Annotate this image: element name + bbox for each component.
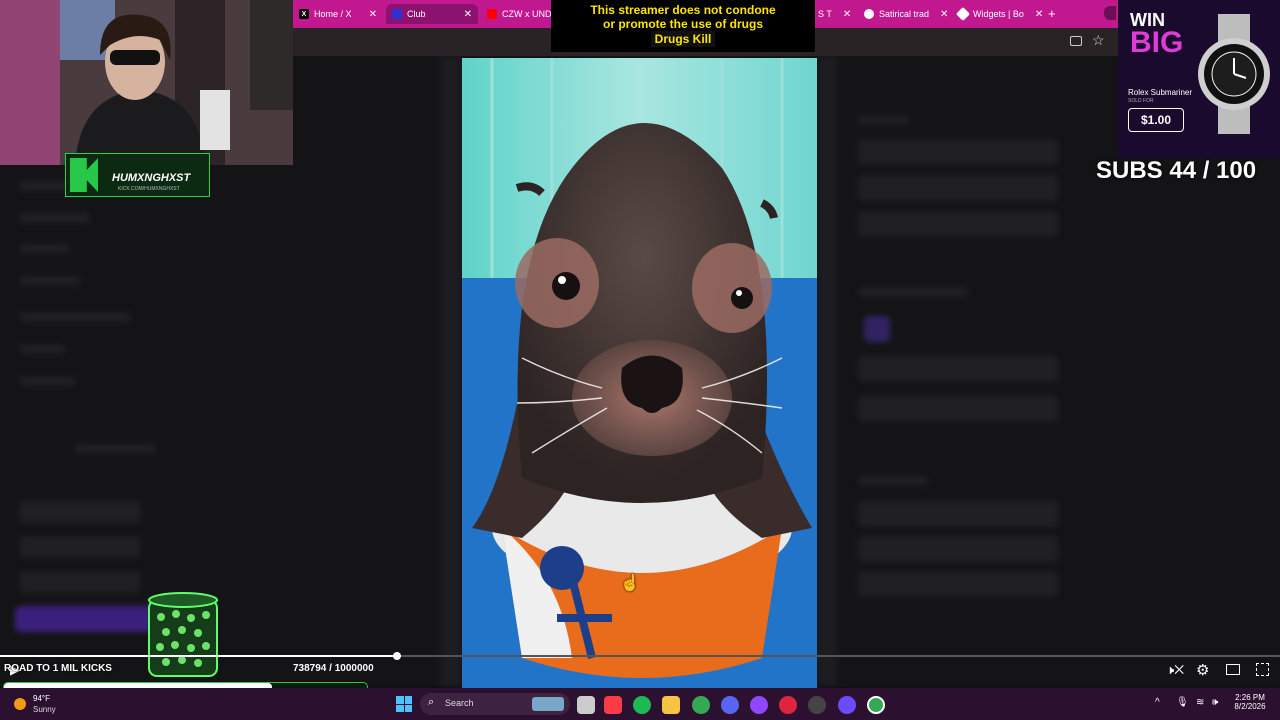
sidebar-item [20,312,130,322]
wifi-icon[interactable]: ≋ [1196,697,1204,708]
spotify-icon[interactable] [633,696,651,714]
file-explorer-icon[interactable] [662,696,680,714]
x-logo-icon: X [299,9,309,19]
weather-desc[interactable]: Sunny [33,705,56,714]
webcam-feed [0,0,293,165]
chrome-active-icon[interactable] [867,696,885,714]
obs-red-icon[interactable] [779,696,797,714]
clock-time: 2:26 PM [1235,693,1265,702]
tab-st[interactable]: S T ✕ [812,4,854,24]
new-tab-button[interactable]: + [1048,6,1056,21]
music-app-icon[interactable] [604,696,622,714]
tab-scroll-button[interactable] [1104,6,1116,20]
tab-club[interactable]: Club ✕ [386,4,478,24]
video-progress-handle[interactable] [392,652,401,660]
close-tab-icon[interactable]: ✕ [363,9,377,20]
clock-date: 8/2/2026 [1234,702,1266,711]
tab-label: CZW x UND [502,9,552,19]
widget-icon [955,6,971,22]
close-tab-icon[interactable]: ✕ [837,9,851,20]
mute-icon[interactable]: 🕨✕ [1166,662,1184,678]
tab-label: S T [818,9,832,19]
streamer-webcam-image [0,0,293,165]
mouse-cursor-icon: ☝ [620,575,640,592]
sidebar-item [20,213,90,223]
video-edge-blurred [440,56,462,686]
sidebar-item [20,501,140,523]
sea-lion-video-frame [462,58,817,688]
sidebar-item [20,571,140,593]
fullscreen-icon[interactable] [1256,663,1269,676]
tab-satirical[interactable]: Satirical trad ✕ [858,4,950,24]
tab-home-x[interactable]: X Home / X ✕ [293,4,383,24]
watch-image [1198,14,1270,134]
task-view-icon[interactable] [577,696,595,714]
prize-name: Rolex Submariner [1128,88,1193,97]
streamer-name: HUMXNGHXST [112,172,191,184]
chevron-up-icon[interactable]: ^ [1155,697,1160,708]
disclaimer-line-1: This streamer does not condone [590,3,776,17]
kick-logo-icon [70,158,98,192]
obs-icon[interactable] [808,696,826,714]
kick-jar-icon [148,592,218,677]
windows-start-icon[interactable] [396,696,412,712]
sidebar-item [20,536,140,558]
kicks-count: 738794 / 1000000 [293,663,374,674]
webcam-name-plate: HUMXNGHXST KICK.COM/HUMXNGHXST [65,153,210,197]
chrome-icon [864,9,874,19]
sidebar-item [20,244,70,254]
prize-price: $1.00 [1128,108,1184,132]
sidebar-item [75,444,155,454]
tab-label: Widgets | Bo [973,9,1024,19]
search-icon: ⌕ [428,696,435,708]
taskbar-clock[interactable]: 2:26 PM 8/2/2026 [1226,693,1274,711]
video-progress-fill [0,655,397,657]
tab-label: Home / X [314,9,352,19]
sidebar-item [20,276,80,286]
streamer-url: KICK.COM/HUMXNGHXST [118,186,180,192]
tab-label: Club [407,9,426,19]
close-tab-icon[interactable]: ✕ [934,9,948,20]
discord-icon[interactable] [721,696,739,714]
road-to-kicks-label: ROAD TO 1 MIL KICKS [4,663,112,674]
volume-icon[interactable]: 🕪 [1212,697,1218,708]
install-app-icon[interactable] [1070,36,1082,46]
microphone-icon[interactable]: 🎙 [1176,697,1189,708]
video-edge-blurred [817,56,837,686]
twitch-app-icon[interactable] [750,696,768,714]
video-player[interactable]: ☝ [462,58,817,688]
prize-sold-label: SOLD FOR [1128,98,1154,104]
theater-icon[interactable] [1226,664,1240,675]
disclaimer-line-2: or promote the use of drugs [602,17,763,31]
disclaimer-line-3: Drugs Kill [650,31,716,47]
tab-label: Satirical trad [879,9,930,19]
sidebar-item [20,376,75,386]
settings-icon[interactable]: ⚙ [1196,661,1209,679]
search-placeholder: Search [445,698,474,708]
sun-icon [14,698,26,710]
subs-goal-counter: SUBS 44 / 100 [1096,157,1257,184]
youtube-icon [487,9,497,19]
taskbar-search-box[interactable]: ⌕ Search [420,693,570,715]
search-highlight-icon [532,697,564,711]
app-purple-icon[interactable] [838,696,856,714]
chrome-taskbar-icon[interactable] [692,696,710,714]
disclaimer-banner: This streamer does not condone or promot… [551,0,815,52]
close-tab-icon[interactable]: ✕ [458,9,472,20]
sidebar-item [20,344,65,354]
giveaway-widget: WIN BIG Rolex Submariner SOLD FOR $1.00 [1118,0,1280,158]
tab-czw[interactable]: CZW x UND [481,4,553,24]
club-icon [392,9,402,19]
bookmark-star-icon[interactable]: ☆ [1092,32,1105,49]
right-panel-blurred [850,111,1070,671]
weather-temp[interactable]: 94°F [33,694,50,703]
close-tab-icon[interactable]: ✕ [1029,9,1043,20]
big-text: BIG [1130,26,1184,59]
tab-widgets[interactable]: Widgets | Bo ✕ [952,4,1044,24]
